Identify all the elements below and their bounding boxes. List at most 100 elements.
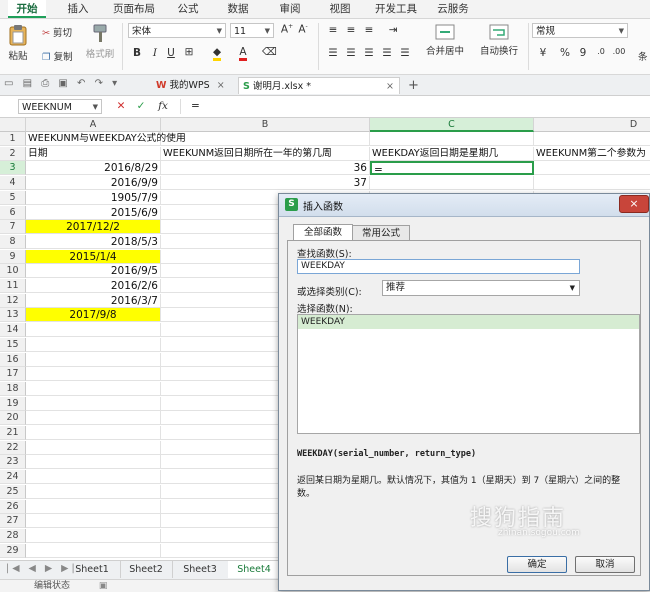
wrap-text-button[interactable]: 自动换行: [474, 23, 524, 57]
cell-b3[interactable]: 36: [161, 161, 370, 176]
font-name-select[interactable]: 宋体 ▼: [128, 23, 226, 38]
cell-a9[interactable]: 2015/1/4: [26, 249, 161, 264]
cell-a10[interactable]: 2016/9/5: [26, 264, 161, 279]
tab-common-formulas[interactable]: 常用公式: [352, 225, 410, 241]
font-color-icon[interactable]: A: [236, 46, 250, 61]
align-right-icon[interactable]: ☰: [362, 47, 376, 59]
menu-tab-formulas[interactable]: 公式: [168, 0, 208, 18]
justify-icon[interactable]: ☰: [380, 47, 394, 59]
quick-access-icons[interactable]: ▭ ▤ ⎙ ▣ ↶ ↷ ▾: [4, 78, 120, 89]
row-header[interactable]: 21: [0, 426, 26, 440]
cell-c2[interactable]: WEEKDAY返回日期是星期几: [370, 146, 534, 161]
decrease-decimal-icon[interactable]: .00: [612, 47, 626, 56]
cell-d3[interactable]: [534, 161, 650, 176]
cancel-icon[interactable]: ✕: [114, 100, 128, 112]
row-header[interactable]: 9: [0, 249, 26, 264]
increase-font-icon[interactable]: A+: [280, 23, 294, 36]
row-header[interactable]: 8: [0, 234, 26, 249]
row-header[interactable]: 2: [0, 146, 26, 161]
confirm-icon[interactable]: ✓: [134, 100, 148, 112]
row-header[interactable]: 26: [0, 499, 26, 514]
row-header[interactable]: 25: [0, 484, 26, 499]
row-header[interactable]: 16: [0, 352, 26, 367]
paste-button[interactable]: 粘贴: [4, 24, 32, 62]
number-format-select[interactable]: 常规 ▼: [532, 23, 628, 38]
indent-icon[interactable]: ⇥: [386, 24, 400, 36]
cancel-button[interactable]: 取消: [575, 556, 635, 573]
row-header[interactable]: 28: [0, 528, 26, 543]
row-header[interactable]: 22: [0, 440, 26, 455]
cell-b4[interactable]: 37: [161, 176, 370, 191]
cell-a7[interactable]: 2017/12/2: [26, 220, 161, 235]
cell-a22[interactable]: [26, 440, 161, 455]
close-icon[interactable]: ×: [386, 78, 394, 95]
sheet-tab-4[interactable]: Sheet4: [228, 561, 281, 578]
align-left-icon[interactable]: ☰: [326, 47, 340, 59]
row-header[interactable]: 20: [0, 411, 26, 426]
cell-d1[interactable]: [534, 132, 650, 146]
cell-c3[interactable]: =: [370, 161, 534, 176]
cell-a16[interactable]: [26, 352, 161, 367]
conditional-format-button[interactable]: 条: [638, 49, 648, 63]
cell-a23[interactable]: [26, 455, 161, 470]
row-header[interactable]: 24: [0, 470, 26, 485]
cell-a15[interactable]: [26, 337, 161, 352]
format-painter-button[interactable]: 格式刷: [82, 24, 118, 60]
cell-d2[interactable]: WEEKUNM第二个参数为: [534, 147, 650, 161]
menu-tab-developer[interactable]: 开发工具: [368, 0, 424, 18]
align-center-icon[interactable]: ☰: [344, 47, 358, 59]
row-header[interactable]: 23: [0, 455, 26, 470]
sheet-tab-3[interactable]: Sheet3: [172, 561, 229, 578]
cell-a28[interactable]: [26, 528, 161, 543]
row-header[interactable]: 27: [0, 514, 26, 529]
menu-tab-view[interactable]: 视图: [320, 0, 360, 18]
cell-a6[interactable]: 2015/6/9: [26, 205, 161, 220]
cell-a12[interactable]: 2016/3/7: [26, 293, 161, 308]
formula-input[interactable]: =: [180, 99, 650, 114]
cell-a18[interactable]: [26, 381, 161, 396]
row-header[interactable]: 29: [0, 543, 26, 558]
currency-icon[interactable]: ¥: [536, 47, 550, 59]
italic-icon[interactable]: I: [148, 47, 162, 59]
row-header[interactable]: 15: [0, 337, 26, 352]
cell-a5[interactable]: 1905/7/9: [26, 190, 161, 205]
close-icon[interactable]: ×: [619, 195, 649, 213]
cell-a25[interactable]: [26, 484, 161, 499]
column-header-b[interactable]: B: [161, 118, 370, 132]
cell-a3[interactable]: 2016/8/29: [26, 161, 161, 176]
cell-c1[interactable]: [370, 132, 534, 146]
cell-b2[interactable]: WEEKUNM返回日期所在一年的第几周: [161, 146, 370, 161]
tab-my-wps[interactable]: W 我的WPS ×: [152, 77, 234, 94]
new-tab-button[interactable]: +: [404, 77, 422, 94]
bold-icon[interactable]: B: [130, 47, 144, 59]
macro-icon[interactable]: ▣: [99, 581, 108, 591]
cell-a26[interactable]: [26, 499, 161, 514]
cell-a17[interactable]: [26, 367, 161, 382]
column-header-d[interactable]: D: [534, 118, 650, 132]
cell-a11[interactable]: 2016/2/6: [26, 279, 161, 293]
cell-a20[interactable]: [26, 411, 161, 426]
row-header[interactable]: 14: [0, 323, 26, 338]
merge-center-button[interactable]: 合并居中: [420, 23, 470, 57]
clear-format-icon[interactable]: ⌫: [262, 46, 277, 58]
menu-tab-data[interactable]: 数据: [218, 0, 258, 18]
row-header[interactable]: 17: [0, 367, 26, 382]
distributed-icon[interactable]: ☰: [398, 47, 412, 59]
select-all-corner[interactable]: [0, 118, 26, 132]
ok-button[interactable]: 确定: [507, 556, 567, 573]
name-box[interactable]: WEEKNUM ▼: [18, 99, 102, 114]
cell-a2[interactable]: 日期: [26, 146, 161, 161]
fill-color-icon[interactable]: ◆: [210, 46, 224, 61]
menu-tab-page-layout[interactable]: 页面布局: [106, 0, 162, 18]
border-icon[interactable]: ⊞: [182, 46, 196, 58]
cell-a13[interactable]: 2017/9/8: [26, 308, 161, 323]
decrease-font-icon[interactable]: A-: [296, 23, 310, 36]
column-header-c[interactable]: C: [370, 118, 534, 132]
row-header[interactable]: 1: [0, 132, 26, 146]
menu-tab-review[interactable]: 审阅: [270, 0, 310, 18]
menu-tab-insert[interactable]: 插入: [58, 0, 98, 18]
row-header[interactable]: 13: [0, 308, 26, 323]
font-size-select[interactable]: 11 ▼: [230, 23, 274, 38]
cell-a21[interactable]: [26, 426, 161, 440]
row-header[interactable]: 11: [0, 279, 26, 293]
